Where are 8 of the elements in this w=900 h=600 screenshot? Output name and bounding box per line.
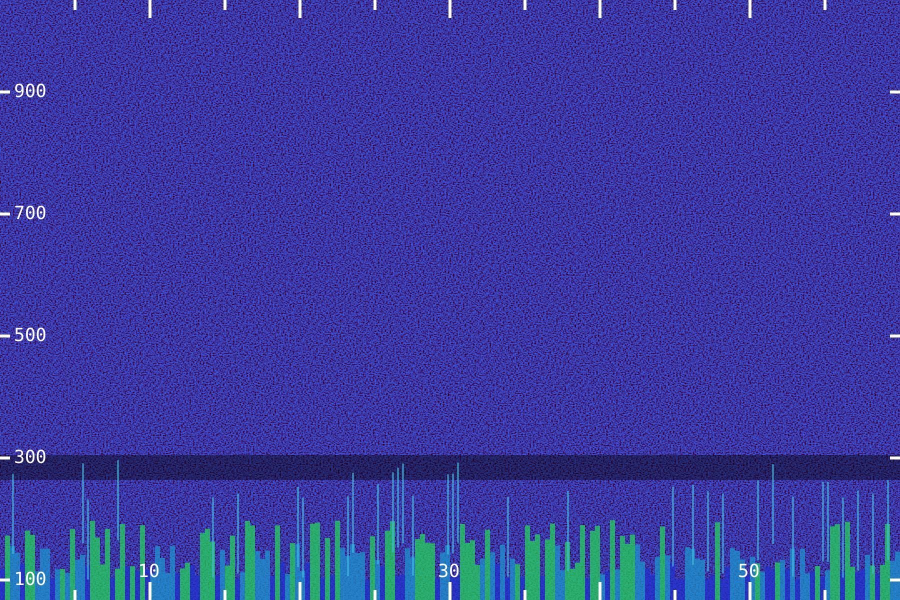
axis-label: 700 [14, 204, 47, 224]
axis-label: 900 [14, 82, 47, 102]
axis-label: 100 [14, 570, 47, 590]
axis-label: 500 [14, 326, 47, 346]
axis-label: 10 [138, 562, 160, 582]
axis-label: 300 [14, 448, 47, 468]
axis-label: 50 [738, 562, 760, 582]
axis-label: 30 [438, 562, 460, 582]
